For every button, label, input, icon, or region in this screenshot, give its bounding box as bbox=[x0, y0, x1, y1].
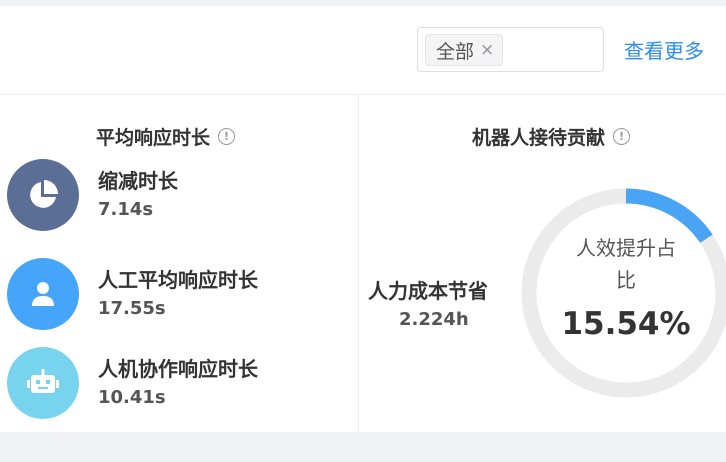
efficiency-ring: 人效提升占 比 15.54% bbox=[521, 188, 726, 398]
view-more-link[interactable]: 查看更多 bbox=[624, 35, 704, 64]
info-icon[interactable]: ! bbox=[613, 128, 631, 145]
pie-chart-icon bbox=[7, 159, 79, 231]
metric-hybrid-response: 人机协作响应时长 10.41s bbox=[7, 347, 347, 421]
person-icon bbox=[7, 258, 79, 330]
metric-value: 10.41s bbox=[98, 387, 166, 408]
ratio-label-line1: 人效提升占 bbox=[576, 236, 676, 260]
stats-panel: 平均响应时长 ! 缩减时长 7.14s 人工平均响应时长 17.55s 人机协作… bbox=[0, 95, 726, 432]
selected-tag-label: 全部 bbox=[436, 40, 475, 63]
filter-header: 全部 × 查看更多 bbox=[0, 6, 726, 95]
selected-tag: 全部 × bbox=[425, 34, 504, 66]
avg-response-title-text: 平均响应时长 bbox=[96, 127, 211, 149]
ratio-label: 人效提升占 比 bbox=[521, 232, 726, 296]
metric-value: 17.55s bbox=[98, 298, 166, 319]
robot-contribution-title-text: 机器人接待贡献 bbox=[472, 127, 606, 149]
scope-select[interactable]: 全部 × bbox=[417, 27, 604, 72]
info-icon[interactable]: ! bbox=[218, 128, 236, 145]
page-background-bottom bbox=[0, 432, 726, 462]
tag-close-icon[interactable]: × bbox=[480, 41, 494, 59]
avg-response-title: 平均响应时长 ! bbox=[96, 123, 236, 150]
metric-label: 缩减时长 bbox=[98, 169, 178, 193]
labor-saving-value: 2.224h bbox=[399, 309, 469, 330]
robot-contribution-title: 机器人接待贡献 ! bbox=[472, 123, 631, 150]
ratio-value: 15.54% bbox=[561, 306, 691, 342]
metric-manual-response: 人工平均响应时长 17.55s bbox=[7, 258, 347, 332]
metric-reduced-time: 缩减时长 7.14s bbox=[7, 159, 347, 233]
metric-label: 人机协作响应时长 bbox=[98, 357, 258, 381]
metric-label: 人工平均响应时长 bbox=[98, 268, 258, 292]
labor-saving-label: 人力成本节省 bbox=[368, 279, 488, 303]
metric-value: 7.14s bbox=[98, 199, 154, 220]
robot-icon bbox=[7, 347, 79, 419]
panel-divider bbox=[358, 95, 359, 432]
ratio-label-line2: 比 bbox=[616, 268, 636, 292]
